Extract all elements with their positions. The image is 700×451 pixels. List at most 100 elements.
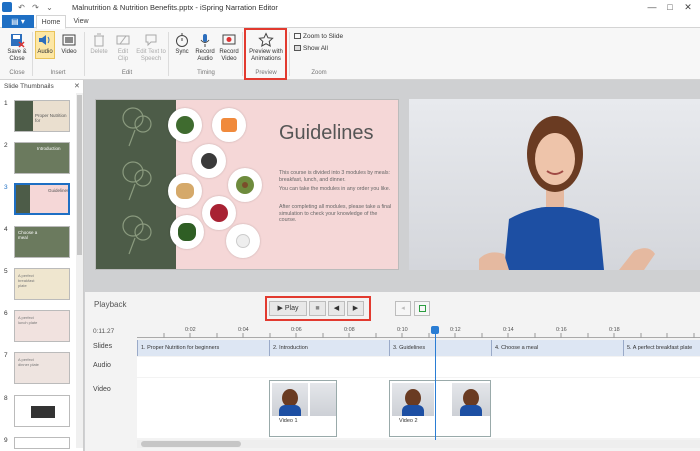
redo-icon[interactable]: ↷ xyxy=(30,2,41,13)
thumb-slide-3[interactable]: Guidelines xyxy=(14,183,70,215)
slide-segment[interactable]: 4. Choose a meal xyxy=(491,340,623,356)
show-all-label: Show All xyxy=(303,45,328,52)
minimize-button[interactable]: — xyxy=(643,1,661,14)
thumb-number: 3 xyxy=(4,184,8,191)
thumb-slide-1[interactable]: Proper Nutrition for xyxy=(14,100,70,132)
volume-icon: ◂ xyxy=(401,305,405,312)
text-to-speech-icon xyxy=(145,34,157,47)
tab-home[interactable]: Home xyxy=(36,15,66,29)
ribbon-tab-row xyxy=(0,15,700,28)
save-close-button[interactable]: Save & Close xyxy=(4,32,30,63)
thumb-slide-4[interactable]: Choose a meal xyxy=(14,226,70,258)
thumb-text: A perfect dinner plate xyxy=(18,357,39,367)
insert-group-label: Insert xyxy=(50,70,66,76)
audio-label: Audio xyxy=(37,49,53,55)
tab-view[interactable]: View xyxy=(68,15,94,29)
video-clip-1[interactable]: Video 1 xyxy=(269,380,337,437)
maximize-button[interactable]: □ xyxy=(661,1,679,14)
slide-segment[interactable]: 3. Guidelines xyxy=(389,340,491,356)
undo-icon[interactable]: ↶ xyxy=(16,2,27,13)
volume-button[interactable]: ◂ xyxy=(395,301,411,316)
broccoli-drawing-icon xyxy=(122,107,152,255)
thumb-slide-7[interactable]: A perfect dinner plate xyxy=(14,352,70,384)
stopwatch-icon xyxy=(176,33,188,47)
clip-thumbnail xyxy=(272,383,308,416)
thumb-text: Proper Nutrition for xyxy=(35,113,67,123)
show-all-icon xyxy=(294,45,301,52)
thumb-text: A perfect breakfast plate xyxy=(18,273,35,288)
group-divider xyxy=(32,32,33,76)
thumb-image xyxy=(31,406,55,418)
fit-view-button[interactable] xyxy=(414,301,430,316)
next-slide-button[interactable]: ▶ xyxy=(347,301,364,316)
timeline-scrollbar-thumb[interactable] xyxy=(141,441,241,447)
title-bar: ↶ ↷ ⌄ Malnutrition & Nutrition Benefits.… xyxy=(0,0,700,15)
edit-text-to-speech-button[interactable]: Edit Text to Speech xyxy=(136,32,166,63)
sync-button[interactable]: Sync xyxy=(172,32,192,56)
file-menu-button[interactable]: ▤ ▾ xyxy=(2,15,34,28)
delete-button[interactable]: Delete xyxy=(88,32,110,56)
timeline-ruler[interactable]: 0:02 0:04 0:06 0:08 0:10 0:12 0:14 0:16 … xyxy=(137,327,700,338)
group-divider xyxy=(242,32,243,76)
timeline-scrollbar[interactable] xyxy=(137,440,700,448)
customize-quick-access-icon[interactable]: ⌄ xyxy=(44,2,55,13)
slide-segment[interactable]: 5. A perfect breakfast plate xyxy=(623,340,700,356)
edit-clip-label: Edit Clip xyxy=(117,49,129,62)
slides-row-label: Slides xyxy=(93,343,113,350)
thumb-number: 9 xyxy=(4,437,8,444)
playhead-line xyxy=(435,328,436,440)
thumb-slide-2[interactable]: Introduction xyxy=(14,142,70,174)
slide-canvas: Guidelines This course is divided into 3… xyxy=(95,99,399,270)
play-button[interactable]: ▶ Play xyxy=(269,301,307,316)
audio-row-label: Audio xyxy=(93,362,111,369)
clip-label: Video 2 xyxy=(399,418,418,424)
close-panel-icon[interactable]: ✕ xyxy=(74,82,80,90)
thumb-slide-5[interactable]: A perfect breakfast plate xyxy=(14,268,70,300)
audio-track xyxy=(137,357,700,377)
clip-thumbnail xyxy=(392,383,434,416)
edit-group-label: Edit xyxy=(121,70,133,76)
food-plate xyxy=(192,144,226,178)
close-group-label: Close xyxy=(9,70,25,76)
record-video-label: Record Video xyxy=(219,49,239,62)
record-video-button[interactable]: Record Video xyxy=(218,32,240,63)
slide-paragraph-2: You can take the modules in any order yo… xyxy=(279,186,391,192)
close-window-button[interactable]: ✕ xyxy=(679,1,697,14)
thumb-number: 8 xyxy=(4,395,8,402)
slide-paragraph-3: After completing all modules, please tak… xyxy=(279,204,392,223)
zoom-to-slide-button[interactable]: Zoom to Slide xyxy=(294,33,343,40)
preview-highlight-box xyxy=(244,28,287,80)
video-button[interactable]: Video xyxy=(59,32,79,56)
window-title: Malnutrition & Nutrition Benefits.pptx -… xyxy=(72,3,278,12)
show-all-button[interactable]: Show All xyxy=(294,45,328,52)
group-divider xyxy=(168,32,169,76)
slide-segment[interactable]: 2. Introduction xyxy=(269,340,389,356)
thumb-slide-9[interactable] xyxy=(14,437,70,449)
trash-icon xyxy=(94,33,104,47)
edit-clip-icon xyxy=(116,35,130,45)
video-preview xyxy=(409,99,700,270)
thumb-number: 5 xyxy=(4,268,8,275)
thumbnails-scrollbar[interactable] xyxy=(76,93,83,448)
thumbnails-header: Slide Thumbnails xyxy=(4,83,54,90)
stop-button[interactable]: ■ xyxy=(309,301,326,316)
slide-segment[interactable]: 1. Proper Nutrition for beginners xyxy=(137,340,269,356)
food-plate xyxy=(168,174,202,208)
slide-title: Guidelines xyxy=(279,122,374,144)
thumb-slide-6[interactable]: A perfect lunch plate xyxy=(14,310,70,342)
previous-slide-button[interactable]: ◀ xyxy=(328,301,345,316)
thumb-panel xyxy=(16,185,30,213)
ruler-ticks xyxy=(163,333,695,338)
scrollbar-thumb[interactable] xyxy=(77,95,82,255)
video-clip-2[interactable]: Video 2 xyxy=(389,380,491,437)
audio-button[interactable]: Audio xyxy=(35,31,55,59)
edit-clip-button[interactable]: Edit Clip xyxy=(112,32,134,63)
playhead-handle[interactable] xyxy=(431,326,439,334)
speaker-icon xyxy=(39,35,50,45)
presenter-video-frame xyxy=(479,116,655,270)
zoom-to-slide-label: Zoom to Slide xyxy=(303,33,344,40)
record-audio-button[interactable]: Record Audio xyxy=(194,32,216,63)
thumb-number: 1 xyxy=(4,100,8,107)
group-divider xyxy=(84,32,85,76)
thumb-slide-8[interactable] xyxy=(14,395,70,427)
